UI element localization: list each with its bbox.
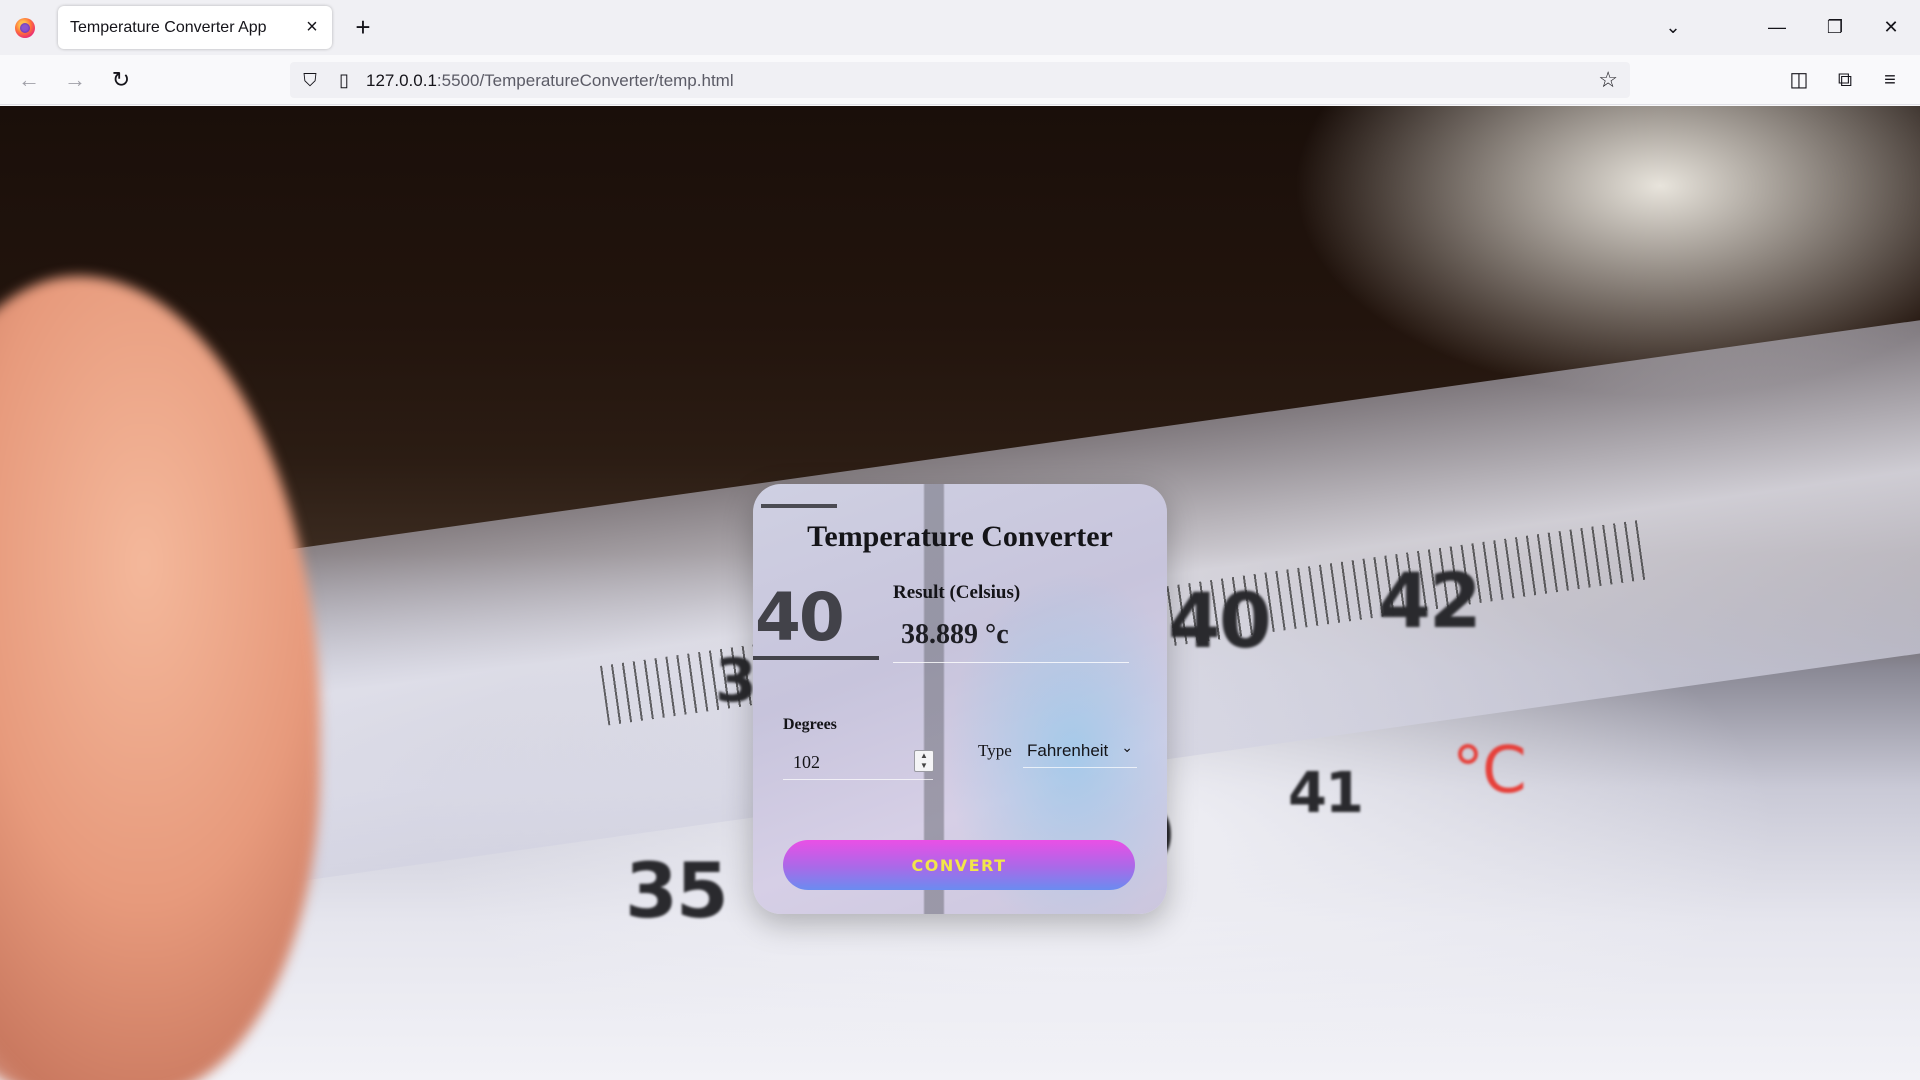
convert-button[interactable]: CONVERT — [783, 840, 1135, 890]
result-value: 38.889 °c — [901, 619, 1009, 650]
finger-image — [0, 276, 320, 1080]
minimize-icon[interactable]: — — [1762, 12, 1792, 42]
page-viewport: 35 37 39 40 42 41 3 °C 40 Temperature Co… — [0, 106, 1920, 1080]
new-tab-button[interactable]: + — [348, 12, 378, 42]
stepper-up-icon[interactable]: ▲ — [915, 751, 933, 761]
scale-number: 35 — [625, 846, 729, 935]
scale-number: 3 — [715, 646, 757, 716]
type-select[interactable]: Fahrenheit ⌄ — [1023, 732, 1137, 768]
tab-active[interactable]: Temperature Converter App × — [58, 6, 332, 49]
tab-list-icon[interactable]: ⌄ — [1658, 12, 1688, 42]
type-selected-value: Fahrenheit — [1027, 741, 1109, 760]
tab-title: Temperature Converter App — [70, 18, 267, 36]
scale-number: 41 — [1288, 761, 1364, 826]
close-window-icon[interactable]: ✕ — [1876, 12, 1906, 42]
forward-icon[interactable]: → — [60, 65, 90, 95]
scale-number: 42 — [1378, 556, 1482, 645]
page-title: Temperature Converter — [807, 520, 1113, 553]
firefox-logo-icon — [15, 18, 35, 38]
degrees-stepper[interactable]: ▲ ▼ — [914, 750, 934, 772]
tab-close-icon[interactable]: × — [302, 17, 322, 37]
type-label: Type — [978, 741, 1012, 760]
tab-bar: Temperature Converter App × + ⌄ — ❐ ✕ — [0, 0, 1920, 55]
page-info-icon[interactable]: ▯ — [332, 68, 356, 92]
card-background-number: 40 — [755, 579, 845, 656]
card-background-mark — [761, 504, 837, 508]
bookmark-star-icon[interactable]: ☆ — [1598, 67, 1618, 93]
result-divider — [893, 662, 1129, 663]
extensions-icon[interactable]: ⧉ — [1830, 65, 1860, 95]
url-text[interactable]: 127.0.0.1:5500/TemperatureConverter/temp… — [366, 71, 734, 91]
card-background-mark — [753, 656, 879, 660]
chevron-down-icon: ⌄ — [1121, 739, 1133, 755]
url-path: :5500/TemperatureConverter/temp.html — [436, 71, 734, 90]
converter-card: 40 Temperature Converter Result (Celsius… — [753, 484, 1167, 914]
url-bar[interactable]: ⛉ ▯ 127.0.0.1:5500/TemperatureConverter/… — [290, 62, 1630, 98]
menu-icon[interactable]: ≡ — [1875, 65, 1905, 95]
restore-icon[interactable]: ❐ — [1820, 12, 1850, 42]
result-label: Result (Celsius) — [893, 582, 1021, 603]
scale-number: 40 — [1168, 576, 1272, 665]
scale-unit: °C — [1452, 734, 1527, 808]
pocket-icon[interactable]: ◫ — [1784, 65, 1814, 95]
degrees-input[interactable] — [783, 746, 933, 780]
reload-icon[interactable]: ↻ — [106, 65, 136, 95]
shield-icon[interactable]: ⛉ — [298, 68, 322, 92]
degrees-label: Degrees — [783, 716, 837, 733]
stepper-down-icon[interactable]: ▼ — [915, 761, 933, 771]
navigation-bar: ← → ↻ ⛉ ▯ 127.0.0.1:5500/TemperatureConv… — [0, 55, 1920, 105]
back-icon[interactable]: ← — [14, 65, 44, 95]
url-host: 127.0.0.1 — [366, 71, 437, 90]
